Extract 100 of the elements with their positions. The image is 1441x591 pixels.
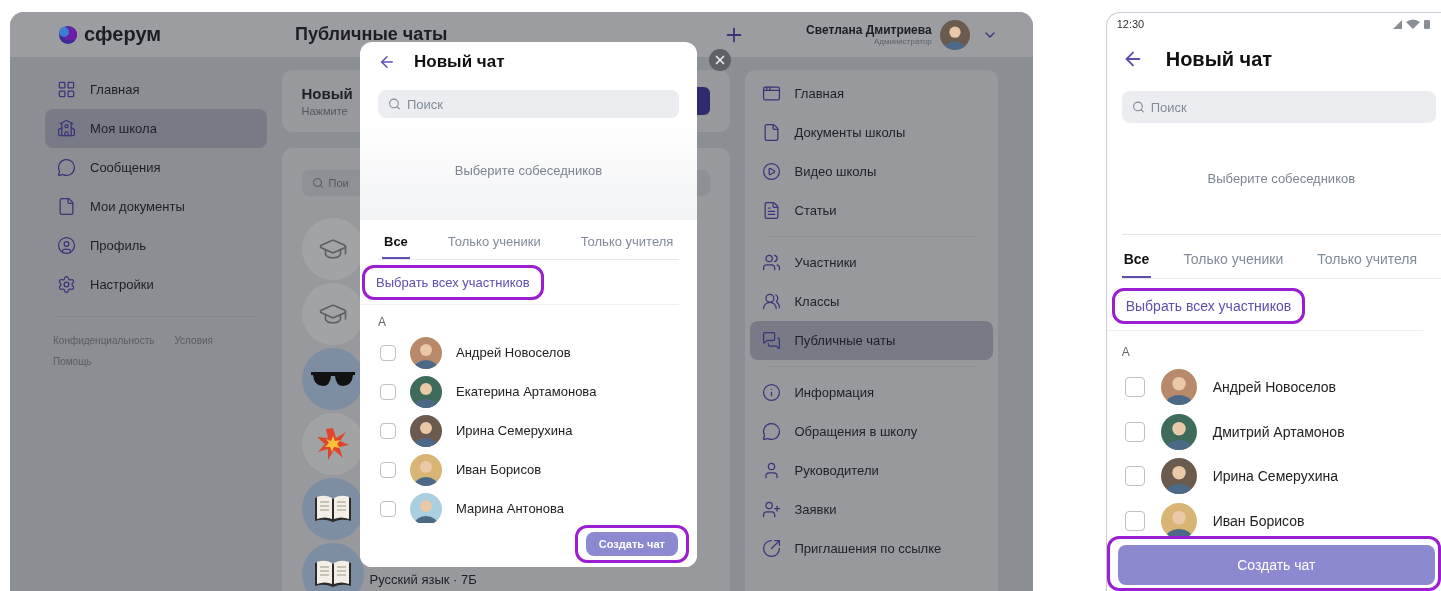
search-placeholder: Пои	[328, 177, 349, 189]
arrow-circle-icon	[761, 539, 781, 558]
search-field[interactable]: Поиск	[1121, 91, 1436, 123]
menu-item[interactable]: Главная	[749, 74, 993, 113]
menu-label: Руководители	[794, 463, 879, 478]
play-icon	[761, 162, 781, 181]
menu-item[interactable]: Видео школы	[749, 152, 993, 191]
contact-name: Марина Антонова	[456, 501, 564, 516]
sidebar-label: Главная	[90, 82, 140, 97]
sidebar-label: Настройки	[90, 277, 154, 292]
users-icon	[761, 253, 781, 272]
explosion-icon	[315, 427, 350, 461]
menu-item[interactable]: Классы	[749, 282, 993, 321]
avatar	[410, 453, 442, 486]
menu-item[interactable]: Участники	[749, 243, 993, 282]
menu-item[interactable]: Статьи	[749, 191, 993, 230]
sidebar-item[interactable]: Моя школа	[45, 109, 267, 148]
school-icon	[57, 119, 76, 138]
checkbox[interactable]	[1124, 421, 1145, 442]
logo-icon	[58, 24, 78, 45]
user-name: Светлана Дмитриева	[806, 23, 932, 37]
menu-item[interactable]: Руководители	[749, 451, 993, 490]
contact-name: Ирина Семерухина	[1212, 468, 1339, 485]
menu-label: Классы	[794, 294, 840, 309]
book-icon	[312, 559, 353, 589]
contact-name: Иван Борисов	[1212, 512, 1305, 529]
select-all-link[interactable]: Выбрать всех участников	[1125, 298, 1292, 314]
checkbox[interactable]	[380, 422, 396, 439]
filter-tab[interactable]: Только ученики	[445, 230, 543, 259]
sidebar-item[interactable]: Главная	[45, 70, 267, 109]
menu-item[interactable]: Публичные чаты	[749, 321, 993, 360]
page-title: Публичные чаты	[295, 24, 449, 45]
section-letter: А	[1120, 344, 1131, 361]
dialog-title: Новый чат	[1165, 47, 1273, 71]
menu-label: Информация	[794, 385, 875, 400]
document-icon	[57, 197, 76, 216]
checkbox[interactable]	[380, 383, 396, 400]
menu-label: Главная	[794, 86, 844, 101]
avatar	[410, 336, 442, 369]
menu-item[interactable]: Приглашения по ссылке	[749, 529, 993, 568]
search-icon	[388, 97, 401, 111]
menu-label: Приглашения по ссылке	[794, 541, 942, 556]
checkbox[interactable]	[1124, 377, 1145, 398]
avatar	[1160, 458, 1197, 495]
search-icon	[1131, 100, 1145, 114]
avatar	[1160, 369, 1197, 406]
select-all-link[interactable]: Выбрать всех участников	[376, 275, 530, 290]
card-title: Новый	[301, 85, 353, 102]
checkbox[interactable]	[1124, 466, 1145, 487]
menu-item[interactable]: Информация	[749, 373, 993, 412]
menu-label: Заявки	[794, 502, 837, 517]
sidebar-label: Профиль	[90, 238, 147, 253]
avatar	[410, 414, 442, 447]
book-icon	[312, 494, 353, 524]
close-button[interactable]	[709, 49, 731, 71]
close-icon	[713, 53, 727, 67]
checkbox[interactable]	[380, 500, 396, 517]
checkbox[interactable]	[380, 344, 396, 361]
sidebar-item[interactable]: Профиль	[45, 226, 267, 265]
chat-bubble-icon	[761, 422, 781, 441]
group-icon	[761, 292, 781, 311]
filter-tab[interactable]: Только учителя	[1315, 243, 1420, 278]
contact-name: Екатерина Артамонова	[456, 384, 597, 399]
menu-label: Обращения в школу	[794, 424, 918, 439]
sidebar-label: Моя школа	[90, 121, 157, 136]
menu-label: Видео школы	[794, 164, 877, 179]
sidebar-item[interactable]: Сообщения	[45, 148, 267, 187]
sidebar-item[interactable]: Мои документы	[45, 187, 267, 226]
filter-tab[interactable]: Все	[1121, 243, 1152, 278]
filter-tab[interactable]: Все	[382, 230, 410, 259]
user-plus-icon	[761, 500, 781, 519]
profile-icon	[57, 236, 76, 255]
section-letter: А	[377, 314, 387, 331]
logo-text: сферум	[84, 23, 162, 46]
back-button[interactable]	[378, 53, 396, 71]
filter-tab[interactable]: Только учителя	[578, 230, 676, 259]
menu-label: Публичные чаты	[794, 333, 896, 348]
menu-item[interactable]: Обращения в школу	[749, 412, 993, 451]
contact-name: Иван Борисов	[456, 462, 542, 477]
sidebar-item[interactable]: Настройки	[45, 265, 267, 304]
chat-avatar[interactable]	[301, 543, 364, 591]
sidebar-label: Мои документы	[90, 199, 185, 214]
menu-label: Документы школы	[794, 125, 906, 140]
contact-name: Ирина Семерухина	[456, 423, 573, 438]
menu-item[interactable]: Документы школы	[749, 113, 993, 152]
sunglasses-icon	[309, 370, 356, 388]
info-icon	[761, 383, 781, 402]
search-field[interactable]: Поиск	[378, 90, 679, 118]
sidebar-label: Сообщения	[90, 160, 161, 175]
filter-tab[interactable]: Только ученики	[1181, 243, 1286, 278]
avatar	[410, 375, 442, 408]
checkbox[interactable]	[380, 461, 396, 478]
menu-label: Участники	[794, 255, 857, 270]
chat-bubble-icon	[57, 158, 76, 177]
avatar	[939, 19, 970, 50]
card-subtitle: Нажмите	[301, 105, 349, 117]
settings-icon	[57, 275, 76, 294]
menu-item[interactable]: Заявки	[749, 490, 993, 529]
checkbox[interactable]	[1124, 510, 1145, 531]
avatar	[1160, 502, 1197, 539]
